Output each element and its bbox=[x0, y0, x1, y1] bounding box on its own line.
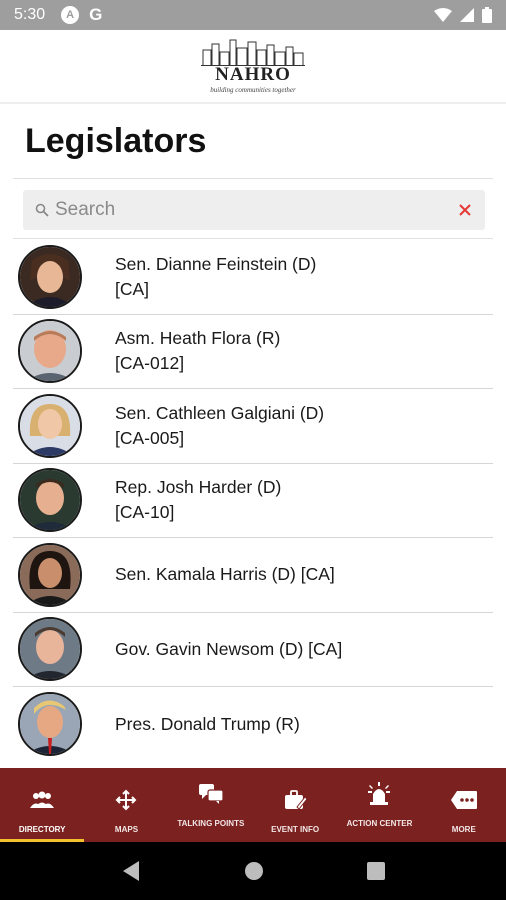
legislator-row[interactable]: Asm. Heath Flora (R) [CA-012] bbox=[13, 315, 493, 389]
legislator-avatar bbox=[18, 393, 82, 458]
divider bbox=[13, 178, 493, 179]
app-notification-icon: A bbox=[61, 6, 80, 24]
home-icon[interactable] bbox=[244, 861, 264, 881]
tab-action-center[interactable]: ACTION CENTER bbox=[337, 768, 421, 842]
google-icon: G bbox=[89, 5, 103, 24]
tab-label: DIRECTORY bbox=[18, 825, 66, 834]
legislator-row[interactable]: Rep. Josh Harder (D) [CA-10] bbox=[13, 464, 493, 538]
system-nav-bar bbox=[0, 842, 506, 900]
tab-label: MAPS bbox=[114, 825, 139, 834]
legislator-district: [CA-012] bbox=[115, 353, 185, 374]
legislator-name: Sen. Cathleen Galgiani (D) bbox=[115, 402, 325, 423]
alarm-light-icon bbox=[364, 782, 394, 806]
legislator-info: Sen. Dianne Feinstein (D) [CA] bbox=[115, 252, 316, 302]
search-bar[interactable] bbox=[23, 190, 485, 230]
tab-more[interactable]: MORE bbox=[422, 768, 506, 842]
bottom-nav: DIRECTORY MAPS TALKING POINTS EVENT INFO bbox=[0, 768, 506, 842]
cell-signal-icon bbox=[460, 8, 474, 22]
nahro-logo: NAHRO building communities together bbox=[201, 38, 305, 94]
tab-label: EVENT INFO bbox=[271, 825, 320, 834]
divider bbox=[13, 238, 493, 239]
legislator-district: [CA] bbox=[115, 278, 150, 299]
legislator-row[interactable]: Sen. Kamala Harris (D) [CA] bbox=[13, 538, 493, 613]
app-header: NAHRO building communities together bbox=[0, 30, 506, 104]
battery-icon bbox=[482, 7, 492, 23]
legislator-info: Rep. Josh Harder (D) [CA-10] bbox=[115, 475, 281, 525]
legislator-avatar bbox=[18, 468, 82, 533]
app-root: 5:30 A G NAHRO building communities toge… bbox=[0, 0, 506, 900]
legislator-name: Rep. Josh Harder (D) bbox=[115, 477, 282, 498]
tab-label: MORE bbox=[451, 825, 476, 834]
tab-maps[interactable]: MAPS bbox=[84, 768, 168, 842]
status-indicators bbox=[434, 7, 492, 23]
city-skyline-icon bbox=[201, 39, 305, 66]
search-input[interactable] bbox=[55, 199, 435, 221]
tab-label: ACTION CENTER bbox=[346, 819, 413, 828]
tab-event-info[interactable]: EVENT INFO bbox=[253, 768, 337, 842]
legislator-row[interactable]: Pres. Donald Trump (R) bbox=[13, 687, 493, 762]
clear-search-icon[interactable] bbox=[457, 202, 473, 218]
legislator-list: Sen. Dianne Feinstein (D) [CA] Asm. Heat… bbox=[13, 240, 493, 762]
legislator-name: Sen. Kamala Harris (D) [CA] bbox=[115, 564, 335, 585]
chat-bubbles-icon bbox=[196, 782, 226, 806]
legislator-avatar bbox=[18, 319, 82, 384]
search-icon bbox=[35, 203, 49, 217]
legislator-avatar bbox=[18, 244, 82, 309]
status-bar: 5:30 A G bbox=[0, 0, 506, 30]
tab-label: TALKING POINTS bbox=[177, 819, 245, 828]
legislator-info: Pres. Donald Trump (R) bbox=[115, 712, 300, 737]
legislator-district: [CA-005] bbox=[115, 427, 185, 448]
legislator-row[interactable]: Sen. Cathleen Galgiani (D) [CA-005] bbox=[13, 389, 493, 464]
move-arrows-icon bbox=[111, 788, 141, 812]
wifi-icon bbox=[434, 8, 452, 22]
legislator-row[interactable]: Gov. Gavin Newsom (D) [CA] bbox=[13, 613, 493, 687]
status-time: 5:30 bbox=[14, 6, 46, 23]
legislator-district: [CA-10] bbox=[115, 502, 175, 523]
legislator-info: Gov. Gavin Newsom (D) [CA] bbox=[115, 637, 342, 662]
legislator-name: Sen. Dianne Feinstein (D) bbox=[115, 253, 317, 274]
legislator-info: Sen. Kamala Harris (D) [CA] bbox=[115, 562, 335, 587]
briefcase-icon bbox=[280, 788, 310, 812]
legislator-info: Asm. Heath Flora (R) [CA-012] bbox=[115, 326, 280, 376]
tab-talking-points[interactable]: TALKING POINTS bbox=[169, 768, 253, 842]
legislator-name: Asm. Heath Flora (R) bbox=[115, 328, 281, 349]
more-tag-icon bbox=[449, 788, 479, 812]
legislator-avatar bbox=[18, 692, 82, 757]
logo-tagline: building communities together bbox=[210, 86, 296, 94]
page-title: Legislators bbox=[25, 122, 207, 160]
legislator-row[interactable]: Sen. Dianne Feinstein (D) [CA] bbox=[13, 240, 493, 315]
recents-icon[interactable] bbox=[366, 862, 385, 880]
legislator-avatar bbox=[18, 542, 82, 607]
logo-wordmark: NAHRO bbox=[215, 64, 291, 85]
back-icon[interactable] bbox=[121, 860, 141, 882]
legislator-avatar bbox=[18, 617, 82, 682]
legislator-name: Gov. Gavin Newsom (D) [CA] bbox=[115, 638, 343, 659]
people-icon bbox=[27, 788, 57, 812]
tab-directory[interactable]: DIRECTORY bbox=[0, 768, 84, 842]
legislator-info: Sen. Cathleen Galgiani (D) [CA-005] bbox=[115, 401, 324, 451]
legislator-name: Pres. Donald Trump (R) bbox=[115, 713, 300, 734]
